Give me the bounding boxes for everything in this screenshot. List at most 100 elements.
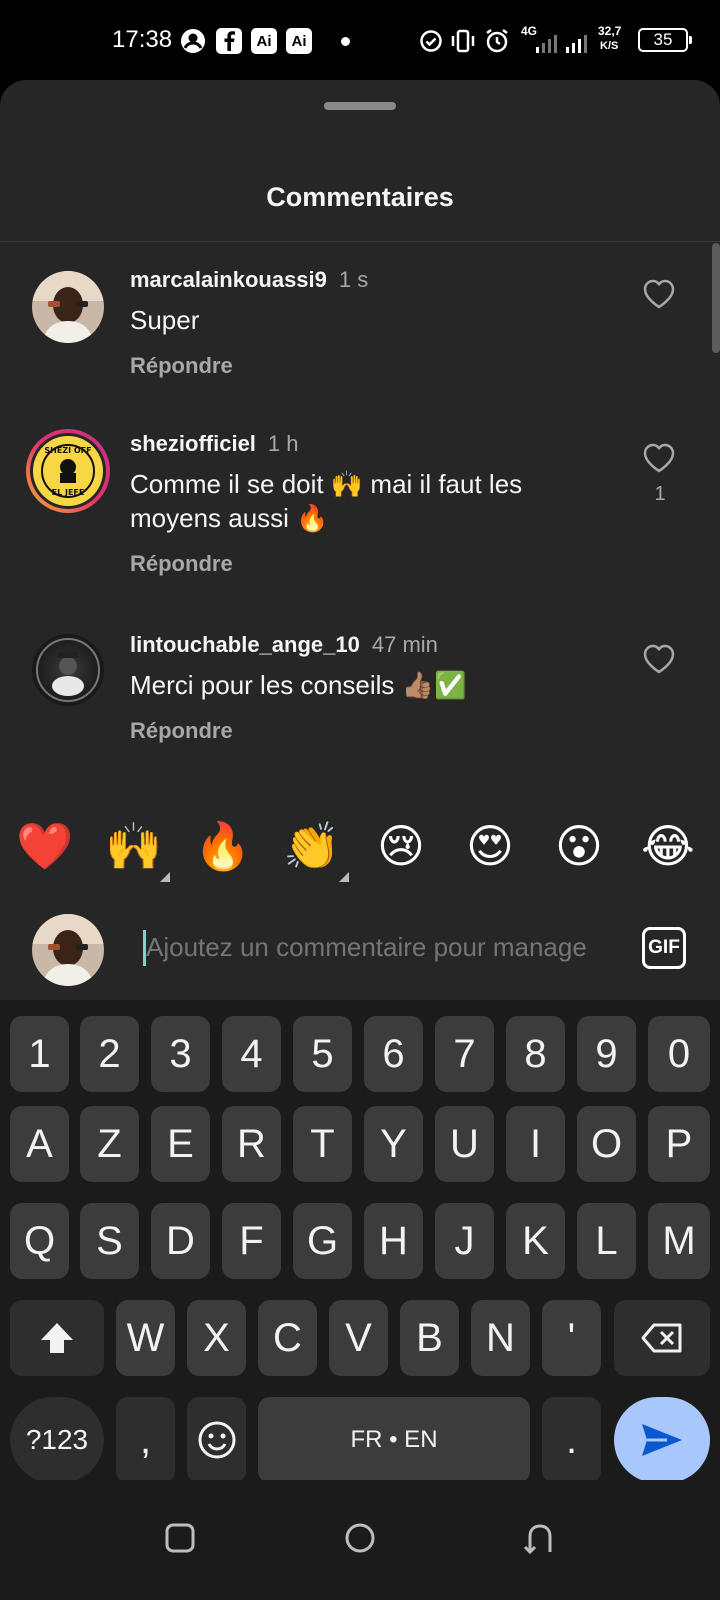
- key-v[interactable]: V: [329, 1300, 388, 1376]
- space-key[interactable]: FR • EN: [258, 1397, 530, 1483]
- network-speed-value: 32,7: [598, 24, 622, 38]
- comma-key[interactable]: ,: [116, 1397, 175, 1483]
- reply-button[interactable]: Répondre: [130, 551, 233, 577]
- emoji-heart-eyes-button[interactable]: 😍: [458, 814, 522, 878]
- key-1[interactable]: 1: [10, 1016, 69, 1092]
- key-8[interactable]: 8: [506, 1016, 565, 1092]
- backspace-key[interactable]: [614, 1300, 710, 1376]
- key-9[interactable]: 9: [577, 1016, 636, 1092]
- facebook-icon: [216, 28, 242, 54]
- like-count: 1: [654, 483, 666, 505]
- key-z[interactable]: Z: [80, 1106, 139, 1182]
- key-d[interactable]: D: [151, 1203, 210, 1279]
- key-a[interactable]: A: [10, 1106, 69, 1182]
- network-speed-unit: K/S: [600, 40, 619, 52]
- comment-text: Comme il se doit 🙌 mai il faut les moyen…: [130, 469, 523, 533]
- symbols-key[interactable]: ?123: [10, 1397, 104, 1483]
- key-0[interactable]: 0: [648, 1016, 710, 1092]
- navigation-bar: [0, 1480, 720, 1600]
- emoji-laughing-button[interactable]: 😂: [636, 814, 700, 878]
- comment-time: 1 s: [338, 267, 369, 292]
- shift-key[interactable]: [10, 1300, 104, 1376]
- sheet-drag-handle[interactable]: [324, 102, 396, 110]
- emoji-heart-button[interactable]: ❤️: [13, 814, 77, 878]
- story-avatar[interactable]: SHEZI OFF EL JEFE: [24, 427, 112, 515]
- reply-button[interactable]: Répondre: [130, 718, 233, 744]
- key-n[interactable]: N: [471, 1300, 530, 1376]
- key-j[interactable]: J: [435, 1203, 494, 1279]
- alarm-icon: [484, 28, 510, 54]
- send-arrow-icon: [642, 1424, 682, 1456]
- comment-input[interactable]: [146, 926, 608, 968]
- recents-icon[interactable]: [162, 1520, 198, 1556]
- key-w[interactable]: W: [116, 1300, 175, 1376]
- key-f[interactable]: F: [222, 1203, 281, 1279]
- comment-text: Super: [130, 305, 200, 335]
- avatar[interactable]: [32, 634, 104, 706]
- key-y[interactable]: Y: [364, 1106, 423, 1182]
- key-t[interactable]: T: [293, 1106, 352, 1182]
- emoji-raising-hands-button[interactable]: 🙌: [102, 814, 166, 878]
- key-k[interactable]: K: [506, 1203, 565, 1279]
- key-g[interactable]: G: [293, 1203, 352, 1279]
- like-heart-icon[interactable]: [642, 442, 678, 476]
- comment-time: 47 min: [371, 632, 438, 657]
- key-h[interactable]: H: [364, 1203, 423, 1279]
- key-7[interactable]: 7: [435, 1016, 494, 1092]
- key-l[interactable]: L: [577, 1203, 636, 1279]
- key-p[interactable]: P: [648, 1106, 710, 1182]
- avatar: [32, 914, 104, 986]
- key-u[interactable]: U: [435, 1106, 494, 1182]
- comment-username[interactable]: marcalainkouassi9: [130, 267, 327, 292]
- comment-username[interactable]: lintouchable_ange_10: [130, 632, 360, 657]
- avatar[interactable]: [32, 271, 104, 343]
- emoji-crying-button[interactable]: 😢: [369, 814, 433, 878]
- battery-icon: 35: [638, 28, 692, 52]
- scrollbar[interactable]: [712, 243, 720, 353]
- key-r[interactable]: R: [222, 1106, 281, 1182]
- key-q[interactable]: Q: [10, 1203, 69, 1279]
- sheet-title: Commentaires: [266, 182, 454, 212]
- send-key[interactable]: [614, 1397, 710, 1483]
- notification-dot-icon: [341, 37, 350, 46]
- key-m[interactable]: M: [648, 1203, 710, 1279]
- key-2[interactable]: 2: [80, 1016, 139, 1092]
- key-o[interactable]: O: [577, 1106, 636, 1182]
- reply-button[interactable]: Répondre: [130, 353, 233, 379]
- like-heart-icon[interactable]: [642, 643, 678, 677]
- key-apostrophe[interactable]: ': [542, 1300, 601, 1376]
- shift-arrow-icon: [41, 1323, 73, 1353]
- key-5[interactable]: 5: [293, 1016, 352, 1092]
- smiley-icon: [198, 1421, 235, 1459]
- back-icon[interactable]: [522, 1520, 558, 1556]
- signal-4g-icon: [534, 30, 560, 56]
- like-heart-icon[interactable]: [642, 278, 678, 312]
- account-icon: [180, 28, 206, 54]
- key-3[interactable]: 3: [151, 1016, 210, 1092]
- key-6[interactable]: 6: [364, 1016, 423, 1092]
- ai-icon: Ai: [251, 28, 277, 54]
- key-s[interactable]: S: [80, 1203, 139, 1279]
- key-b[interactable]: B: [400, 1300, 459, 1376]
- emoji-fire-button[interactable]: 🔥: [191, 814, 255, 878]
- status-time: 17:38: [112, 26, 173, 53]
- vibrate-icon: [450, 28, 476, 54]
- emoji-key[interactable]: [187, 1397, 246, 1483]
- period-key[interactable]: .: [542, 1397, 601, 1483]
- home-icon[interactable]: [342, 1520, 378, 1556]
- comment-username[interactable]: sheziofficiel: [130, 431, 256, 456]
- gif-button[interactable]: GIF: [642, 927, 686, 969]
- ai-icon: Ai: [286, 28, 312, 54]
- key-e[interactable]: E: [151, 1106, 210, 1182]
- key-c[interactable]: C: [258, 1300, 317, 1376]
- skin-tone-indicator: [339, 872, 349, 882]
- emoji-quick-bar: ❤️ 🙌 🔥 👏 😢 😍 😮 😂: [0, 810, 720, 890]
- emoji-clapping-button[interactable]: 👏: [280, 814, 344, 878]
- key-x[interactable]: X: [187, 1300, 246, 1376]
- emoji-surprised-button[interactable]: 😮: [547, 814, 611, 878]
- signal-icon: [564, 30, 590, 56]
- key-4[interactable]: 4: [222, 1016, 281, 1092]
- backspace-icon: [641, 1323, 682, 1353]
- svg-text:SHEZI OFF: SHEZI OFF: [44, 446, 91, 455]
- key-i[interactable]: I: [506, 1106, 565, 1182]
